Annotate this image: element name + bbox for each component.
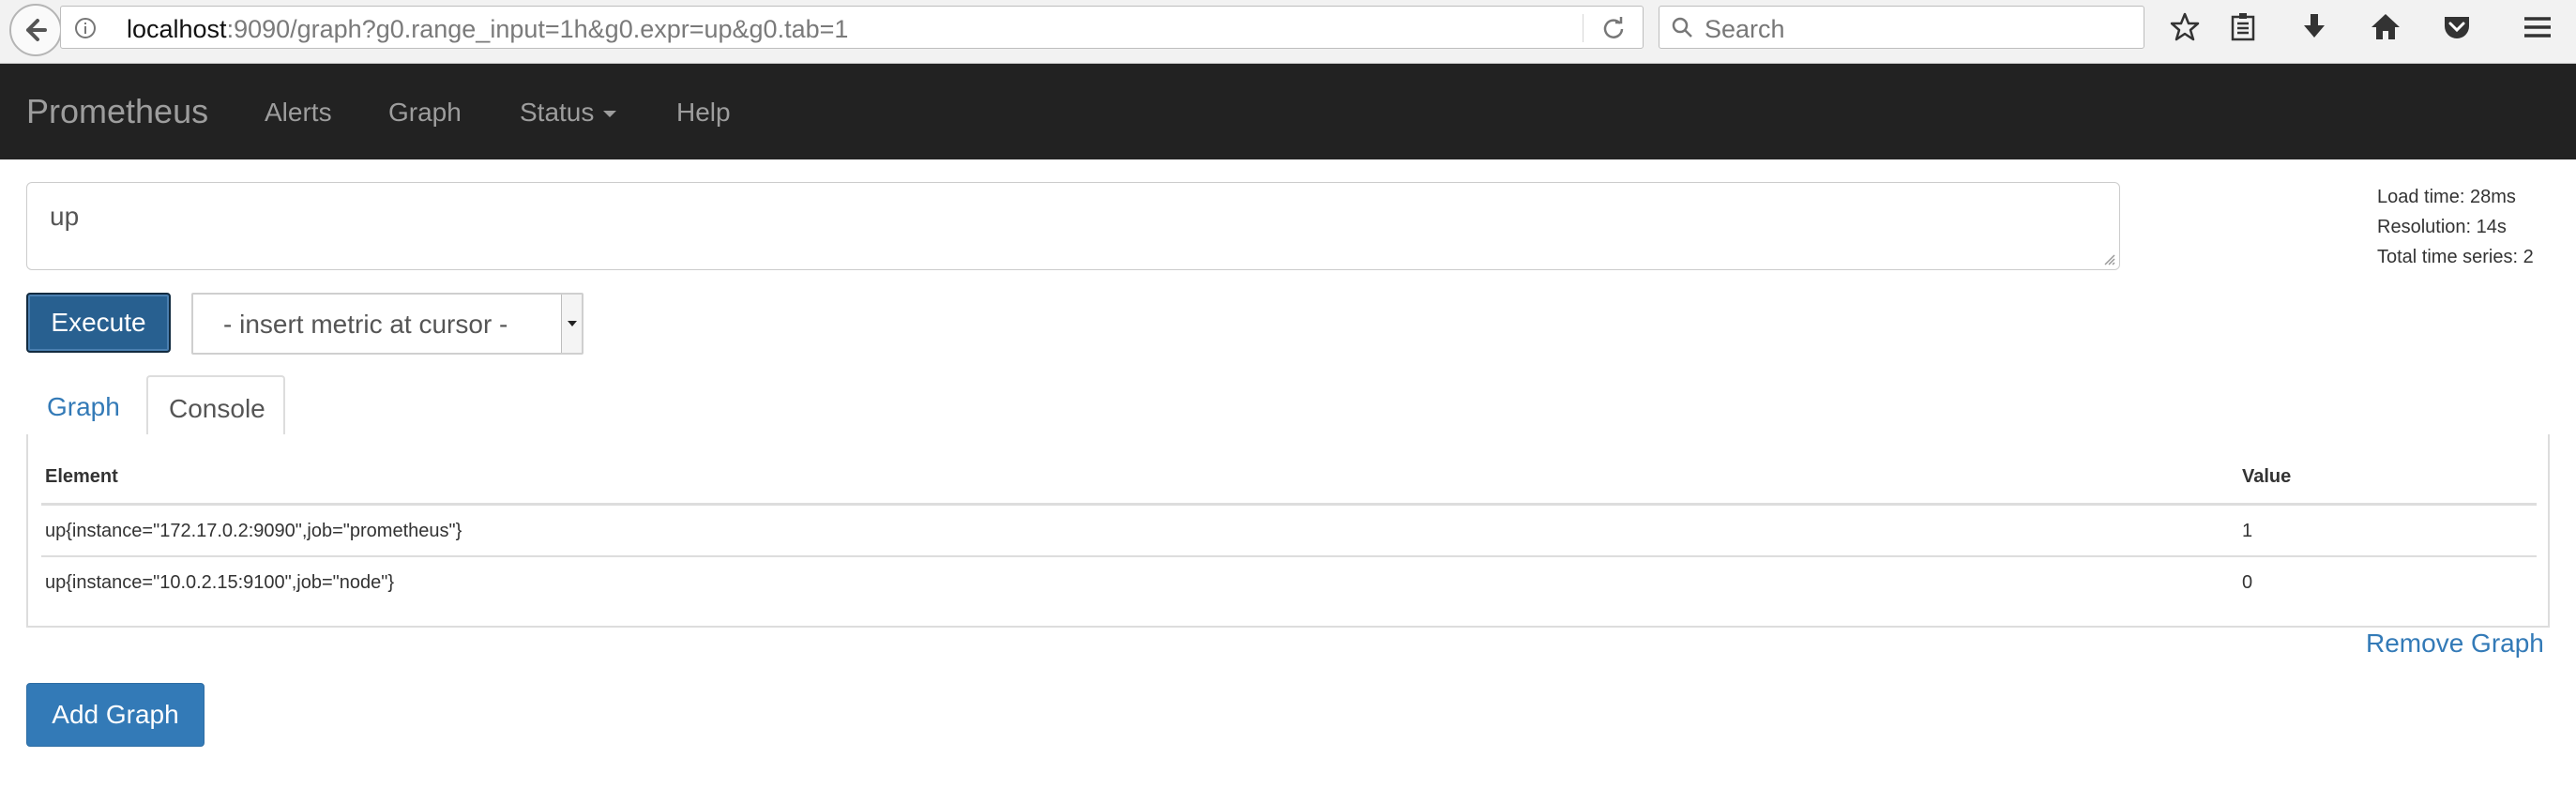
reload-icon[interactable] bbox=[1601, 16, 1626, 40]
select-dropdown-button[interactable] bbox=[561, 295, 582, 353]
home-icon[interactable] bbox=[2370, 11, 2402, 43]
back-button[interactable] bbox=[9, 4, 62, 56]
back-arrow-icon bbox=[26, 19, 47, 41]
url-text: localhost:9090/graph?g0.range_input=1h&g… bbox=[127, 15, 849, 43]
remove-graph-link[interactable]: Remove Graph bbox=[2366, 629, 2544, 659]
menu-icon[interactable] bbox=[2522, 11, 2553, 43]
caret-down-icon bbox=[603, 111, 617, 118]
resolution: Resolution: 14s bbox=[2377, 217, 2507, 237]
info-icon[interactable] bbox=[74, 17, 97, 39]
nav-status-dropdown[interactable]: Status bbox=[520, 98, 617, 128]
table-row: up{instance="172.17.0.2:9090",job="prome… bbox=[41, 506, 2537, 557]
nav-status-label: Status bbox=[520, 98, 595, 127]
console-panel: Element Value up{instance="172.17.0.2:90… bbox=[26, 434, 2550, 628]
search-placeholder: Search bbox=[1705, 15, 1785, 43]
search-icon bbox=[1672, 17, 1692, 38]
download-icon[interactable] bbox=[2298, 11, 2330, 43]
row-value: 0 bbox=[2242, 572, 2253, 593]
pocket-icon[interactable] bbox=[2441, 11, 2473, 43]
expression-input[interactable]: up bbox=[26, 182, 2120, 270]
tab-console[interactable]: Console bbox=[146, 375, 285, 437]
brand-link[interactable]: Prometheus bbox=[26, 92, 208, 131]
execute-button[interactable]: Execute bbox=[26, 293, 171, 353]
row-element: up{instance="10.0.2.15:9100",job="node"} bbox=[45, 572, 395, 593]
load-time: Load time: 28ms bbox=[2377, 187, 2516, 207]
results-table: Element Value up{instance="172.17.0.2:90… bbox=[41, 453, 2537, 609]
reading-list-icon[interactable] bbox=[2227, 11, 2259, 43]
url-bar[interactable]: localhost:9090/graph?g0.range_input=1h&g… bbox=[60, 6, 1644, 49]
header-value: Value bbox=[2242, 466, 2292, 487]
nav-help[interactable]: Help bbox=[676, 98, 731, 128]
browser-search-box[interactable]: Search bbox=[1659, 6, 2144, 49]
resize-grip-icon[interactable] bbox=[2100, 250, 2115, 265]
nav-graph[interactable]: Graph bbox=[388, 98, 462, 128]
browser-toolbar: localhost:9090/graph?g0.range_input=1h&g… bbox=[0, 0, 2576, 64]
table-header: Element Value bbox=[41, 453, 2537, 506]
expression-text: up bbox=[50, 202, 80, 231]
dropdown-arrow-icon bbox=[568, 321, 577, 326]
table-row: up{instance="10.0.2.15:9100",job="node"}… bbox=[41, 557, 2537, 609]
header-element: Element bbox=[45, 466, 118, 487]
insert-metric-value: - insert metric at cursor - bbox=[223, 310, 508, 339]
bookmark-star-icon[interactable] bbox=[2169, 11, 2201, 43]
add-graph-button[interactable]: Add Graph bbox=[26, 683, 205, 747]
total-time-series: Total time series: 2 bbox=[2377, 247, 2534, 267]
insert-metric-select[interactable]: - insert metric at cursor - bbox=[191, 293, 583, 355]
navbar: Prometheus Alerts Graph Status Help bbox=[0, 64, 2576, 159]
nav-alerts[interactable]: Alerts bbox=[265, 98, 332, 128]
row-element: up{instance="172.17.0.2:9090",job="prome… bbox=[45, 521, 462, 541]
tab-graph[interactable]: Graph bbox=[26, 375, 144, 435]
row-value: 1 bbox=[2242, 521, 2253, 541]
query-stats: Load time: 28ms Resolution: 14s Total ti… bbox=[2377, 182, 2534, 272]
